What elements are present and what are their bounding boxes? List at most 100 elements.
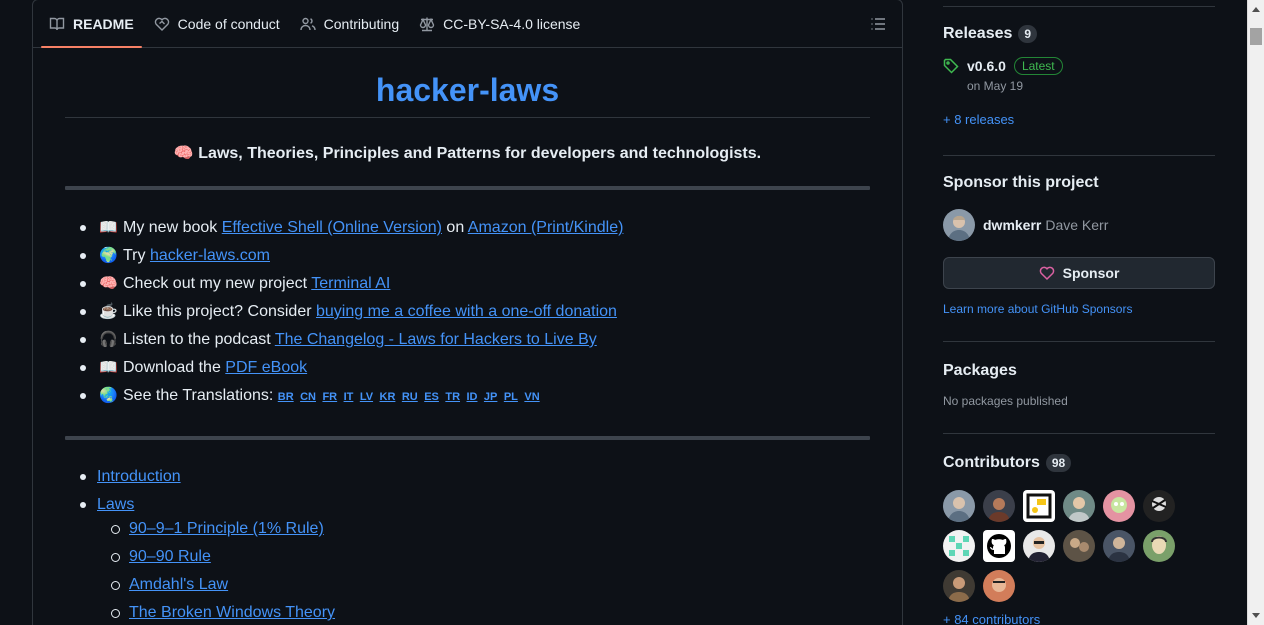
- translation-link-lv[interactable]: LV: [360, 391, 373, 403]
- effective-shell-link[interactable]: Effective Shell (Online Version): [222, 219, 442, 236]
- releases-heading[interactable]: Releases 9: [943, 25, 1215, 43]
- tag-icon: [943, 57, 959, 93]
- sponsor-username[interactable]: dwmkerr: [983, 217, 1041, 233]
- heart-icon: [1039, 266, 1054, 281]
- tab-license[interactable]: CC-BY-SA-4.0 license: [411, 0, 588, 47]
- avatar[interactable]: [1103, 490, 1135, 522]
- avatar[interactable]: [983, 570, 1015, 602]
- book-icon: [49, 17, 65, 30]
- translation-link-cn[interactable]: CN: [300, 391, 316, 403]
- contributors-heading[interactable]: Contributors 98: [943, 454, 1215, 472]
- translation-link-tr[interactable]: TR: [445, 391, 460, 403]
- toc-law-link[interactable]: 90–90 Rule: [129, 548, 211, 565]
- list-item: ☕ Like this project? Consider buying me a…: [65, 301, 870, 329]
- list-item: 🧠 Check out my new project Terminal AI: [65, 273, 870, 301]
- page-scrollbar[interactable]: [1247, 0, 1264, 625]
- release-version: v0.6.0: [967, 58, 1006, 74]
- brain-emoji-icon: 🧠: [99, 275, 118, 292]
- avatar[interactable]: [1023, 490, 1055, 522]
- packages-section: Packages No packages published: [943, 342, 1215, 434]
- translation-link-id[interactable]: ID: [466, 391, 477, 403]
- donation-link[interactable]: buying me a coffee with a one-off donati…: [316, 303, 617, 320]
- sponsor-button[interactable]: Sponsor: [943, 257, 1215, 289]
- no-packages-text: No packages published: [943, 394, 1068, 408]
- avatar[interactable]: [1143, 490, 1175, 522]
- github-icon[interactable]: [983, 530, 1015, 562]
- toc-law-link[interactable]: 90–9–1 Principle (1% Rule): [129, 520, 324, 537]
- avatar[interactable]: [1103, 530, 1135, 562]
- divider: [65, 436, 870, 440]
- latest-badge: Latest: [1013, 57, 1063, 75]
- tab-code-of-conduct[interactable]: Code of conduct: [146, 0, 288, 47]
- avatar[interactable]: [943, 490, 975, 522]
- table-of-contents: Introduction Laws 90–9–1 Principle (1% R…: [65, 466, 870, 625]
- toc-introduction-link[interactable]: Introduction: [97, 468, 181, 485]
- list-item: 90–90 Rule: [97, 546, 870, 574]
- release-date: on May 19: [967, 79, 1024, 93]
- packages-heading[interactable]: Packages: [943, 362, 1215, 380]
- translation-link-pl[interactable]: PL: [504, 391, 518, 403]
- pdf-ebook-link[interactable]: PDF eBook: [225, 359, 307, 376]
- avatar[interactable]: [943, 570, 975, 602]
- avatar[interactable]: [943, 530, 975, 562]
- list-item: The Broken Windows Theory: [97, 602, 870, 625]
- tab-label: Code of conduct: [177, 15, 280, 32]
- book-emoji-icon: 📖: [99, 219, 118, 236]
- coffee-emoji-icon: ☕: [99, 303, 118, 320]
- toc-laws-link[interactable]: Laws: [97, 496, 134, 513]
- toc-law-link[interactable]: The Broken Windows Theory: [129, 604, 335, 621]
- laws-sublist: 90–9–1 Principle (1% Rule) 90–90 Rule Am…: [97, 518, 870, 625]
- sponsor-fullname: Dave Kerr: [1045, 217, 1109, 233]
- translation-link-es[interactable]: ES: [424, 391, 439, 403]
- avatar[interactable]: [1063, 530, 1095, 562]
- scroll-down-arrow-icon[interactable]: [1252, 613, 1260, 618]
- translation-link-vn[interactable]: VN: [524, 391, 539, 403]
- list-item: 📖 My new book Effective Shell (Online Ver…: [65, 217, 870, 245]
- sponsor-heading: Sponsor this project: [943, 174, 1099, 191]
- list-item: 🌏 See the Translations: BR CN FR IT LV KR…: [65, 385, 870, 413]
- tab-label: CC-BY-SA-4.0 license: [443, 15, 581, 32]
- avatar[interactable]: [943, 209, 975, 241]
- latest-release[interactable]: v0.6.0 Latest on May 19: [943, 57, 1215, 93]
- learn-sponsors-link[interactable]: Learn more about GitHub Sponsors: [943, 302, 1215, 316]
- list-item: 90–9–1 Principle (1% Rule): [97, 518, 870, 546]
- list-item: 📖 Download the PDF eBook: [65, 357, 870, 385]
- translation-link-kr[interactable]: KR: [380, 391, 396, 403]
- sponsor-section: Sponsor this project dwmkerr Dave Kerr S…: [943, 156, 1215, 342]
- releases-section: Releases 9 v0.6.0 Latest on May 19 + 8 r…: [943, 6, 1215, 156]
- tab-contributing[interactable]: Contributing: [292, 0, 408, 47]
- translation-link-fr[interactable]: FR: [322, 391, 337, 403]
- scrollbar-thumb[interactable]: [1250, 28, 1262, 45]
- avatar[interactable]: [1143, 530, 1175, 562]
- sponsor-user[interactable]: dwmkerr Dave Kerr: [943, 209, 1215, 241]
- avatar[interactable]: [1063, 490, 1095, 522]
- readme-tabs: README Code of conduct Contributing CC-B…: [33, 0, 902, 48]
- translation-link-it[interactable]: IT: [344, 391, 354, 403]
- list-item: 🌍 Try hacker-laws.com: [65, 245, 870, 273]
- readme-subtitle: 🧠 Laws, Theories, Principles and Pattern…: [173, 145, 762, 162]
- translation-link-br[interactable]: BR: [278, 391, 294, 403]
- tab-readme[interactable]: README: [41, 0, 142, 48]
- intro-list: 📖 My new book Effective Shell (Online Ver…: [65, 217, 870, 413]
- earth-emoji-icon: 🌏: [99, 387, 118, 404]
- more-contributors-link[interactable]: + 84 contributors: [943, 612, 1215, 625]
- globe-emoji-icon: 🌍: [99, 247, 118, 264]
- outline-button[interactable]: [870, 16, 886, 32]
- avatar[interactable]: [1023, 530, 1055, 562]
- hacker-laws-site-link[interactable]: hacker-laws.com: [150, 247, 270, 264]
- scroll-up-arrow-icon[interactable]: [1252, 7, 1260, 12]
- podcast-link[interactable]: The Changelog - Laws for Hackers to Live…: [275, 331, 597, 348]
- translation-link-ru[interactable]: RU: [402, 391, 418, 403]
- divider: [65, 186, 870, 190]
- contributors-section: Contributors 98 + 84 contributors: [943, 434, 1215, 625]
- toc-law-link[interactable]: Amdahl's Law: [129, 576, 228, 593]
- more-releases-link[interactable]: + 8 releases: [943, 112, 1215, 127]
- releases-count: 9: [1018, 25, 1038, 43]
- heart-handshake-icon: [154, 17, 169, 31]
- list-item: Introduction: [65, 466, 870, 494]
- terminal-ai-link[interactable]: Terminal AI: [311, 275, 390, 292]
- amazon-link[interactable]: Amazon (Print/Kindle): [468, 219, 624, 236]
- list-item: Laws 90–9–1 Principle (1% Rule) 90–90 Ru…: [65, 494, 870, 625]
- avatar[interactable]: [983, 490, 1015, 522]
- translation-link-jp[interactable]: JP: [484, 391, 497, 403]
